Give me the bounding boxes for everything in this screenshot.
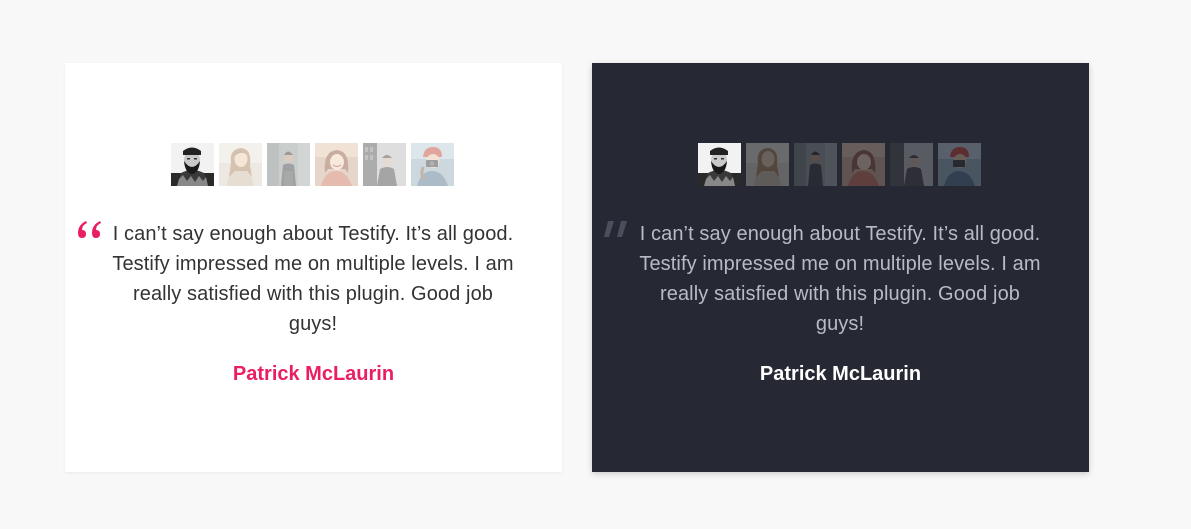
woman-smiling-avatar-icon xyxy=(842,143,885,186)
avatar-thumb-6[interactable] xyxy=(411,143,454,186)
avatar-thumb-3[interactable] xyxy=(794,143,837,186)
avatar-thumb-4[interactable] xyxy=(842,143,885,186)
avatar-thumbnail-strip xyxy=(171,143,454,186)
woman-camera-avatar-icon xyxy=(938,143,981,186)
man-standing-avatar-icon xyxy=(794,143,837,186)
man-standing-avatar-icon xyxy=(267,143,310,186)
testimonial-author: Patrick McLaurin xyxy=(232,363,395,385)
avatar-thumb-3[interactable] xyxy=(267,143,310,186)
testimonial-quote: I can’t say enough about Testify. It’s a… xyxy=(639,223,1041,335)
woman-smiling-avatar-icon xyxy=(315,143,358,186)
woman-avatar-icon xyxy=(746,143,789,186)
man-city-avatar-icon xyxy=(363,143,406,186)
avatar-thumb-6[interactable] xyxy=(938,143,981,186)
avatar-thumb-2[interactable] xyxy=(219,143,262,186)
avatar-thumb-1[interactable] xyxy=(698,143,741,186)
avatar-thumb-4[interactable] xyxy=(315,143,358,186)
avatar-thumbnail-strip xyxy=(698,143,981,186)
open-quote-icon xyxy=(78,221,101,238)
avatar-thumb-5[interactable] xyxy=(890,143,933,186)
avatar-thumb-2[interactable] xyxy=(746,143,789,186)
bearded-man-avatar-icon xyxy=(171,143,214,186)
avatar-thumb-1[interactable] xyxy=(171,143,214,186)
open-quote-icon xyxy=(604,221,627,237)
woman-avatar-icon xyxy=(219,143,262,186)
testimonial-card-dark: I can’t say enough about Testify. It’s a… xyxy=(592,63,1089,472)
man-city-avatar-icon xyxy=(890,143,933,186)
woman-camera-avatar-icon xyxy=(411,143,454,186)
testimonial-author: Patrick McLaurin xyxy=(759,363,922,385)
avatar-thumb-5[interactable] xyxy=(363,143,406,186)
bearded-man-avatar-icon xyxy=(698,143,741,186)
testimonial-card-light: I can’t say enough about Testify. It’s a… xyxy=(65,63,562,472)
testimonial-quote: I can’t say enough about Testify. It’s a… xyxy=(112,223,514,335)
